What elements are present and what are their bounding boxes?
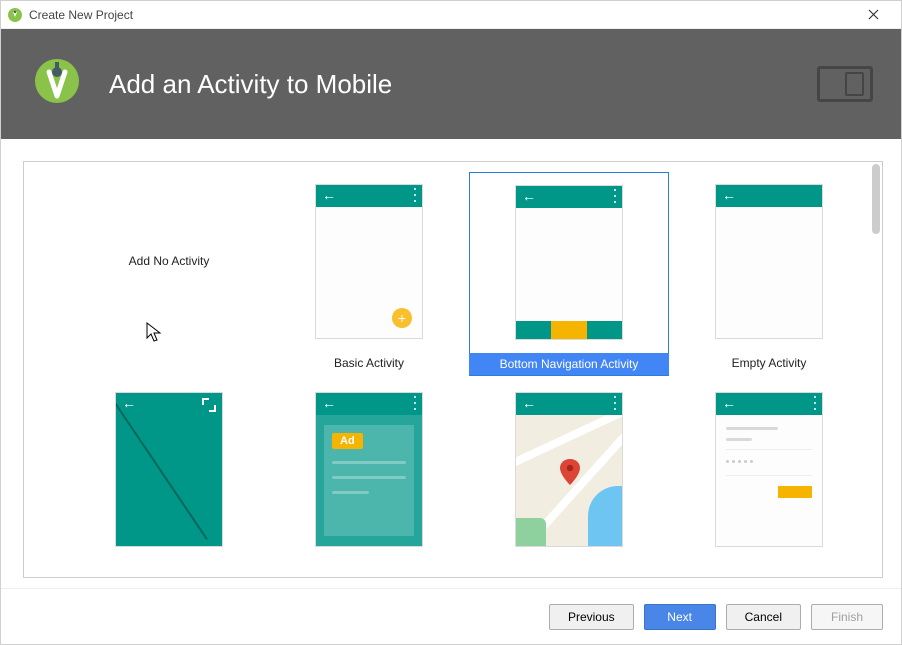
bottom-nav-icon: [516, 321, 622, 339]
template-caption: Basic Activity: [269, 352, 469, 374]
template-admob-activity[interactable]: ← Ad Google AdMob Ads: [269, 382, 469, 544]
back-arrow-icon: ←: [322, 189, 334, 201]
finish-button[interactable]: Finish: [811, 604, 883, 630]
no-activity-label: Add No Activity: [115, 184, 223, 339]
fab-icon: +: [392, 308, 412, 328]
template-thumb: ← +: [312, 182, 427, 340]
template-maps-activity[interactable]: ←: [469, 382, 669, 544]
login-button-icon: [778, 486, 812, 498]
back-arrow-icon: ←: [122, 397, 134, 409]
template-thumb: Add No Activity: [112, 182, 227, 340]
previous-button[interactable]: Previous: [549, 604, 634, 630]
template-caption: Bottom Navigation Activity: [469, 353, 669, 375]
phone-preview: ← +: [315, 184, 423, 339]
back-arrow-icon: ←: [322, 397, 334, 409]
template-thumb: ←: [112, 392, 227, 510]
template-caption: Empty Activity: [669, 352, 869, 374]
gallery-wrap: Add No Activity ← + Basic Activity: [1, 139, 901, 588]
more-icon: [613, 189, 616, 203]
template-basic-activity[interactable]: ← + Basic Activity: [269, 172, 469, 376]
ad-badge: Ad: [332, 433, 363, 449]
template-bottom-navigation-activity[interactable]: ← Bottom Navigation Activity: [469, 172, 669, 376]
phone-preview: ←: [715, 392, 823, 547]
back-arrow-icon: ←: [522, 190, 534, 202]
phone-preview: ←: [715, 184, 823, 339]
back-arrow-icon: ←: [522, 397, 534, 409]
window-title: Create New Project: [29, 8, 853, 22]
phone-preview: ←: [515, 392, 623, 547]
phone-preview: ←: [515, 185, 623, 340]
template-caption: [69, 352, 269, 374]
page-title: Add an Activity to Mobile: [109, 69, 817, 100]
form-factor-icon: [817, 66, 873, 102]
more-icon: [613, 396, 616, 410]
template-thumb: ← Ad: [312, 392, 427, 510]
scrollbar-thumb[interactable]: [872, 164, 880, 234]
more-icon: [413, 396, 416, 410]
template-fullscreen-activity[interactable]: ← Fullscreen Activity: [69, 382, 269, 544]
template-login-activity[interactable]: ← Login Activity: [669, 382, 869, 544]
template-thumb: ←: [512, 183, 627, 341]
more-icon: [813, 396, 816, 410]
android-studio-logo-icon: [29, 56, 85, 112]
back-arrow-icon: ←: [722, 189, 734, 201]
template-thumb: ←: [512, 392, 627, 510]
map-pin-icon: [560, 459, 580, 485]
template-thumb: ←: [712, 392, 827, 510]
template-row: ← Fullscreen Activity ←: [69, 382, 837, 544]
template-row: Add No Activity ← + Basic Activity: [69, 172, 837, 376]
back-arrow-icon: ←: [722, 397, 734, 409]
more-icon: [413, 188, 416, 202]
phone-preview: ← Ad: [315, 392, 423, 547]
template-empty-activity[interactable]: ← Empty Activity: [669, 172, 869, 376]
wizard-footer: Previous Next Cancel Finish: [1, 588, 901, 644]
template-thumb: ←: [712, 182, 827, 340]
next-button[interactable]: Next: [644, 604, 716, 630]
template-no-activity[interactable]: Add No Activity: [69, 172, 269, 376]
phone-preview: ←: [115, 392, 223, 547]
cancel-button[interactable]: Cancel: [726, 604, 801, 630]
template-gallery: Add No Activity ← + Basic Activity: [23, 161, 883, 578]
fullscreen-icon: [203, 399, 215, 411]
close-button[interactable]: [853, 1, 893, 29]
app-icon: [7, 7, 23, 23]
title-bar: Create New Project: [1, 1, 901, 29]
wizard-header: Add an Activity to Mobile: [1, 29, 901, 139]
